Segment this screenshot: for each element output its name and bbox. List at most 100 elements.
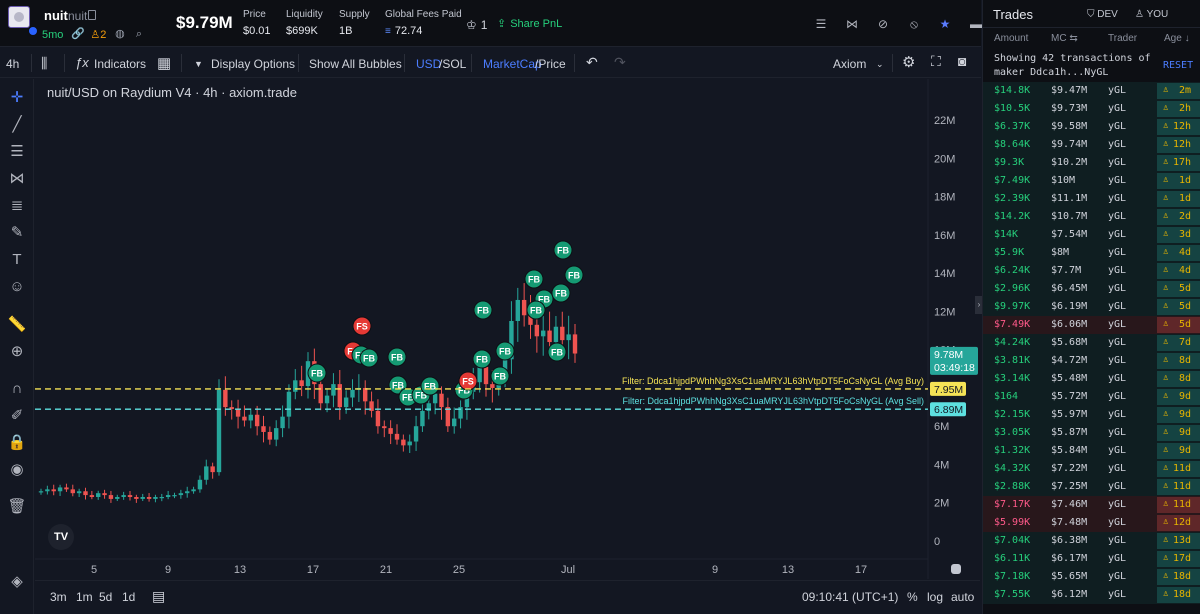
fullscreen-icon[interactable]: ⛶ xyxy=(931,53,941,70)
trade-row[interactable]: $7.04K $6.38M yGL ♙ 13d xyxy=(983,532,1200,550)
trade-row[interactable]: $2.15K $5.97M yGL ♙ 9d xyxy=(983,406,1200,424)
sol-toggle[interactable]: /SOL xyxy=(439,57,466,71)
hide-icon[interactable]: ⦸ xyxy=(907,17,921,31)
chart-canvas[interactable]: 22M20M18M16M14M12M10M8M6M4M2M0 591317212… xyxy=(35,79,980,579)
globe-icon[interactable]: ◍ xyxy=(114,29,125,40)
trade-age[interactable]: 3d xyxy=(1179,229,1191,240)
price-chart[interactable]: nuit/USD on Raydium V4 · 4h · axiom.trad… xyxy=(35,79,983,579)
trade-row[interactable]: $6.24K $7.7M yGL ♙ 4d xyxy=(983,262,1200,280)
text-icon[interactable]: T xyxy=(7,250,27,270)
usd-toggle[interactable]: USD xyxy=(416,57,441,71)
crosshair-icon[interactable]: ✛ xyxy=(7,88,27,108)
trade-row[interactable]: $3.14K $5.48M yGL ♙ 8d xyxy=(983,370,1200,388)
trash-icon[interactable]: 🗑 xyxy=(7,497,27,517)
trade-age[interactable]: 5d xyxy=(1179,283,1191,294)
trade-age[interactable]: 11d xyxy=(1173,463,1191,474)
trade-row[interactable]: $7.49K $6.06M yGL ♙ 5d xyxy=(983,316,1200,334)
trade-row[interactable]: $9.97K $6.19M yGL ♙ 5d xyxy=(983,298,1200,316)
trade-age[interactable]: 2d xyxy=(1179,211,1191,222)
trade-age[interactable]: 12h xyxy=(1173,121,1191,132)
trade-row[interactable]: $6.11K $6.17M yGL ♙ 17d xyxy=(983,550,1200,568)
zoom-in-icon[interactable]: ⊕ xyxy=(7,342,27,362)
col-amount[interactable]: Amount xyxy=(994,33,1028,44)
tradingview-logo[interactable]: TV xyxy=(48,524,74,550)
lock-drawing-icon[interactable]: ✐ xyxy=(7,406,27,426)
chevron-down-icon[interactable]: ⌄ xyxy=(876,59,884,70)
trade-age[interactable]: 18d xyxy=(1173,589,1191,600)
fib-icon[interactable]: ≣ xyxy=(7,196,27,216)
pattern-icon[interactable]: ⋈ xyxy=(7,169,27,189)
trade-row[interactable]: $164 $5.72M yGL ♙ 9d xyxy=(983,388,1200,406)
price-toggle[interactable]: /Price xyxy=(535,57,566,71)
trade-age[interactable]: 9d xyxy=(1179,427,1191,438)
trade-age[interactable]: 7d xyxy=(1179,337,1191,348)
copy-icon[interactable] xyxy=(88,10,96,20)
marketcap-toggle[interactable]: MarketCap xyxy=(483,57,542,71)
indicators-button[interactable]: Indicators xyxy=(94,57,146,71)
trade-age[interactable]: 1d xyxy=(1179,175,1191,186)
star-icon[interactable]: ★ xyxy=(938,17,952,31)
trade-age[interactable]: 2m xyxy=(1179,85,1191,96)
trade-age[interactable]: 9d xyxy=(1179,409,1191,420)
trade-row[interactable]: $2.39K $11.1M yGL ♙ 1d xyxy=(983,190,1200,208)
calendar-icon[interactable]: ▤ xyxy=(152,588,165,605)
trade-age[interactable]: 9d xyxy=(1179,391,1191,402)
trade-age[interactable]: 5d xyxy=(1179,319,1191,330)
range-3m[interactable]: 3m xyxy=(50,590,67,604)
trade-row[interactable]: $14K $7.54M yGL ♙ 3d xyxy=(983,226,1200,244)
trade-row[interactable]: $4.24K $5.68M yGL ♙ 7d xyxy=(983,334,1200,352)
gear-icon[interactable]: ⚙ xyxy=(902,53,915,71)
parallel-lines-icon[interactable]: ☰ xyxy=(7,142,27,162)
trade-row[interactable]: $2.96K $6.45M yGL ♙ 5d xyxy=(983,280,1200,298)
search-icon[interactable]: ⌕ xyxy=(133,29,144,40)
col-trader[interactable]: Trader xyxy=(1108,33,1137,44)
camera-icon[interactable]: ◙ xyxy=(958,53,966,69)
col-age[interactable]: Age ↓ xyxy=(1164,33,1190,44)
percent-toggle[interactable]: % xyxy=(907,590,918,604)
auto-toggle[interactable]: auto xyxy=(951,590,974,604)
trade-row[interactable]: $9.3K $10.2M yGL ♙ 17h xyxy=(983,154,1200,172)
holders-badge[interactable]: ♙2 xyxy=(90,28,106,41)
redo-icon[interactable]: ↷ xyxy=(614,54,626,71)
token-logo[interactable] xyxy=(8,6,30,28)
trade-row[interactable]: $4.32K $7.22M yGL ♙ 11d xyxy=(983,460,1200,478)
eye-off-icon[interactable]: ⊘ xyxy=(876,17,890,31)
undo-icon[interactable]: ↶ xyxy=(586,54,598,71)
trade-age[interactable]: 17d xyxy=(1173,553,1191,564)
trade-row[interactable]: $7.55K $6.12M yGL ♙ 18d xyxy=(983,586,1200,604)
window-icon[interactable]: ▬ xyxy=(969,17,983,31)
trade-age[interactable]: 9d xyxy=(1179,445,1191,456)
eye-icon[interactable]: ◉ xyxy=(7,460,27,480)
trade-row[interactable]: $5.99K $7.48M yGL ♙ 12d xyxy=(983,514,1200,532)
lock-icon[interactable]: 🔒 xyxy=(7,433,27,453)
trade-row[interactable]: $1.32K $5.84M yGL ♙ 9d xyxy=(983,442,1200,460)
clock[interactable]: 09:10:41 (UTC+1) xyxy=(802,590,898,604)
link-icon[interactable]: 🔗 xyxy=(71,29,85,40)
layout-grid-icon[interactable]: ▦ xyxy=(157,54,171,72)
indicators-icon[interactable]: ƒx xyxy=(75,55,89,70)
share-nodes-icon[interactable]: ⋈ xyxy=(845,17,859,31)
list-icon[interactable]: ☰ xyxy=(814,17,828,31)
trade-age[interactable]: 5d xyxy=(1179,301,1191,312)
trade-age[interactable]: 4d xyxy=(1179,247,1191,258)
display-options-button[interactable]: Display Options xyxy=(211,57,295,71)
reset-button[interactable]: RESET xyxy=(1163,60,1193,71)
emoji-icon[interactable]: ☺ xyxy=(7,277,27,297)
trade-row[interactable]: $7.17K $7.46M yGL ♙ 11d xyxy=(983,496,1200,514)
dev-filter[interactable]: ⛉ DEV xyxy=(1087,9,1118,20)
trade-age[interactable]: 12d xyxy=(1173,517,1191,528)
trade-row[interactable]: $7.49K $10M yGL ♙ 1d xyxy=(983,172,1200,190)
magnet-icon[interactable]: ∩ xyxy=(7,379,27,399)
trade-age[interactable]: 1d xyxy=(1179,193,1191,204)
trade-age[interactable]: 8d xyxy=(1179,373,1191,384)
trade-age[interactable]: 2h xyxy=(1179,103,1191,114)
trade-row[interactable]: $5.9K $8M yGL ♙ 4d xyxy=(983,244,1200,262)
caret-down-icon[interactable]: ▼ xyxy=(194,59,203,69)
trade-age[interactable]: 4d xyxy=(1179,265,1191,276)
watchers-count[interactable]: ♔ 1 xyxy=(466,18,487,32)
log-toggle[interactable]: log xyxy=(927,590,943,604)
trade-age[interactable]: 18d xyxy=(1173,571,1191,582)
share-pnl-button[interactable]: ⇪ Share PnL xyxy=(497,17,562,31)
trade-row[interactable]: $7.18K $5.65M yGL ♙ 18d xyxy=(983,568,1200,586)
trade-row[interactable]: $6.37K $9.58M yGL ♙ 12h xyxy=(983,118,1200,136)
